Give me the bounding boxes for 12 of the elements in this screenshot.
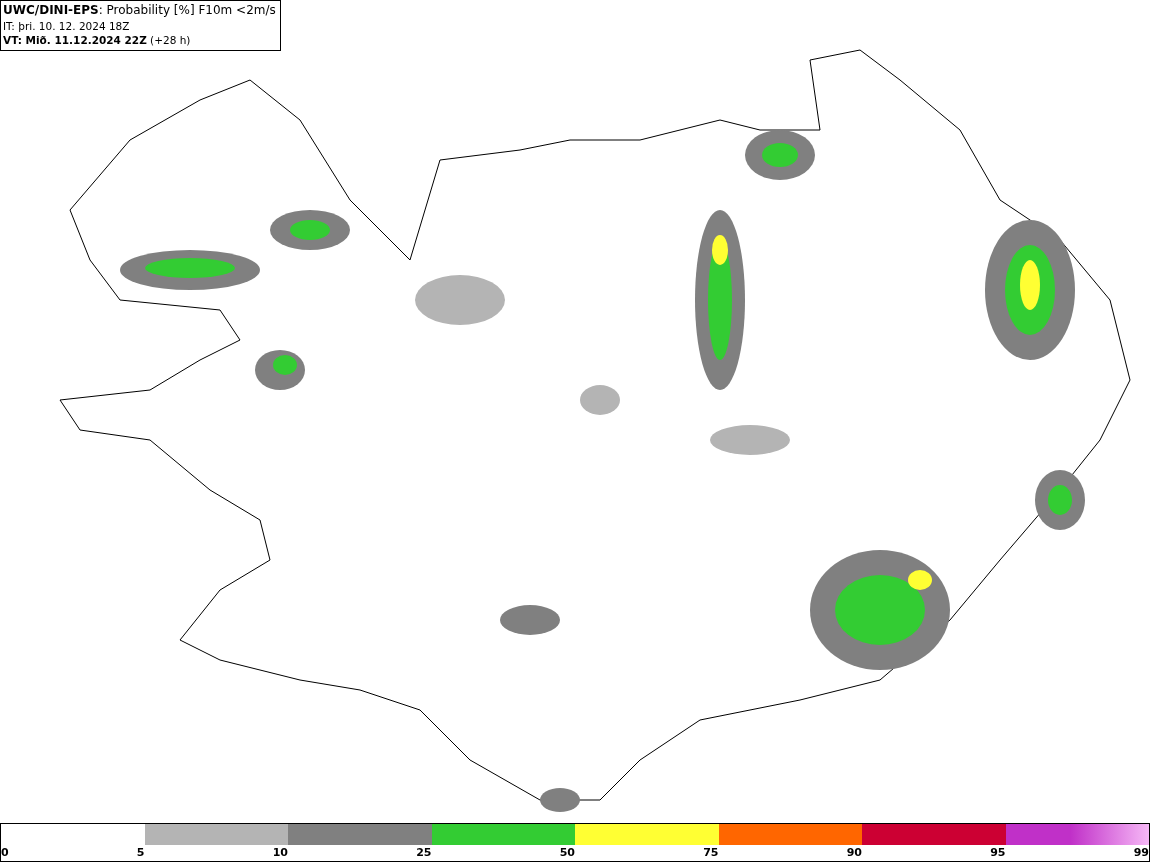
scale-tick-label: 99	[1133, 845, 1149, 861]
scale-tick-label: 5	[136, 845, 145, 861]
map-info-text: VT: Mið. 11.12.2024 22Z (+28 h)	[3, 34, 192, 48]
scale-tick-label: 50	[559, 845, 575, 861]
scale-tick-label: 25	[416, 845, 432, 861]
scale-tick-label: 95	[990, 845, 1006, 861]
scale-tick-label: 75	[703, 845, 719, 861]
map-info-text: IT: þri. 10. 12. 2024 18Z	[3, 19, 131, 34]
scale-tick-label: 10	[272, 845, 288, 861]
scale-tick-label: 0	[1, 845, 9, 861]
map-info-text: UWC/DINI-EPS: Probability [%] F10m <2m/s	[3, 3, 276, 19]
scale-tick-label: 90	[846, 845, 862, 861]
